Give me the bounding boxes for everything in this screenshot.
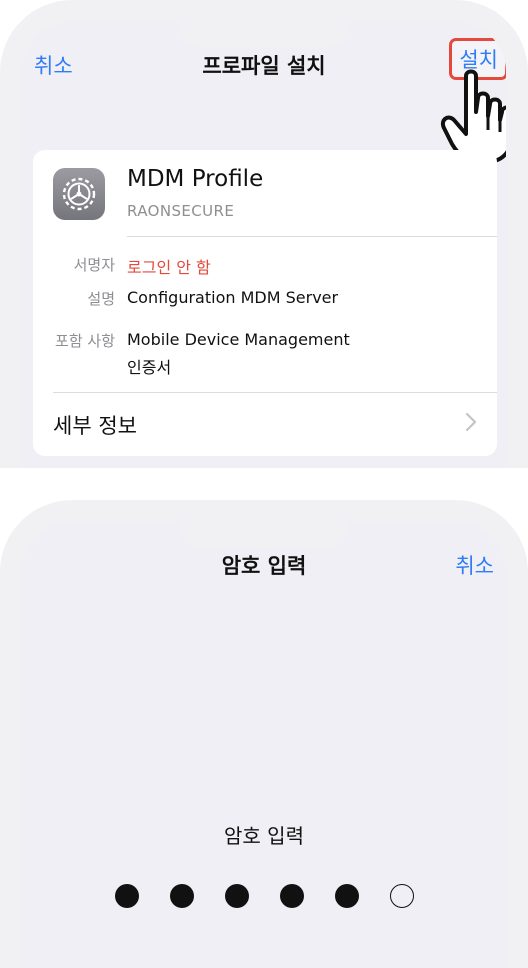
passcode-dot-filled <box>169 884 194 908</box>
profile-card: MDM Profile RAONSECURE 서명자 로그인 안 함 설명 Co… <box>33 150 497 456</box>
divider <box>53 392 497 393</box>
more-details-button[interactable]: 세부 정보 <box>53 410 137 440</box>
chevron-right-icon <box>465 412 477 432</box>
signer-label: 서명자 <box>73 256 115 274</box>
page-title: 암호 입력 <box>221 554 307 578</box>
settings-gear-icon <box>53 168 105 220</box>
passcode-dot-filled <box>114 884 139 908</box>
passcode-dot-filled <box>334 884 359 908</box>
password-nav-bar: 암호 입력 취소 <box>22 542 506 582</box>
install-nav-bar: 취소 프로파일 설치 <box>22 42 506 82</box>
divider <box>127 236 497 237</box>
description-label: 설명 <box>87 290 115 308</box>
contains-value-certificate: 인증서 <box>127 358 172 377</box>
page-title: 프로파일 설치 <box>202 54 326 78</box>
passcode-dot-filled <box>279 884 304 908</box>
profile-organization: RAONSECURE <box>127 202 235 220</box>
passcode-dots[interactable] <box>22 884 506 908</box>
contains-label: 포함 사항 <box>55 332 115 350</box>
cancel-button[interactable]: 취소 <box>455 550 494 580</box>
signer-value: 로그인 안 함 <box>127 258 211 277</box>
passcode-prompt: 암호 입력 <box>224 824 304 848</box>
install-profile-screen: 취소 프로파일 설치 설치 MDM Profile RAONSECURE 서명자… <box>0 0 528 468</box>
password-entry-screen: 암호 입력 취소 암호 입력 <box>0 500 528 968</box>
description-value: Configuration MDM Server <box>127 288 339 307</box>
profile-name: MDM Profile <box>127 166 264 192</box>
contains-value: Mobile Device Management <box>127 330 350 349</box>
passcode-dot-empty <box>389 884 414 908</box>
passcode-dot-filled <box>224 884 249 908</box>
